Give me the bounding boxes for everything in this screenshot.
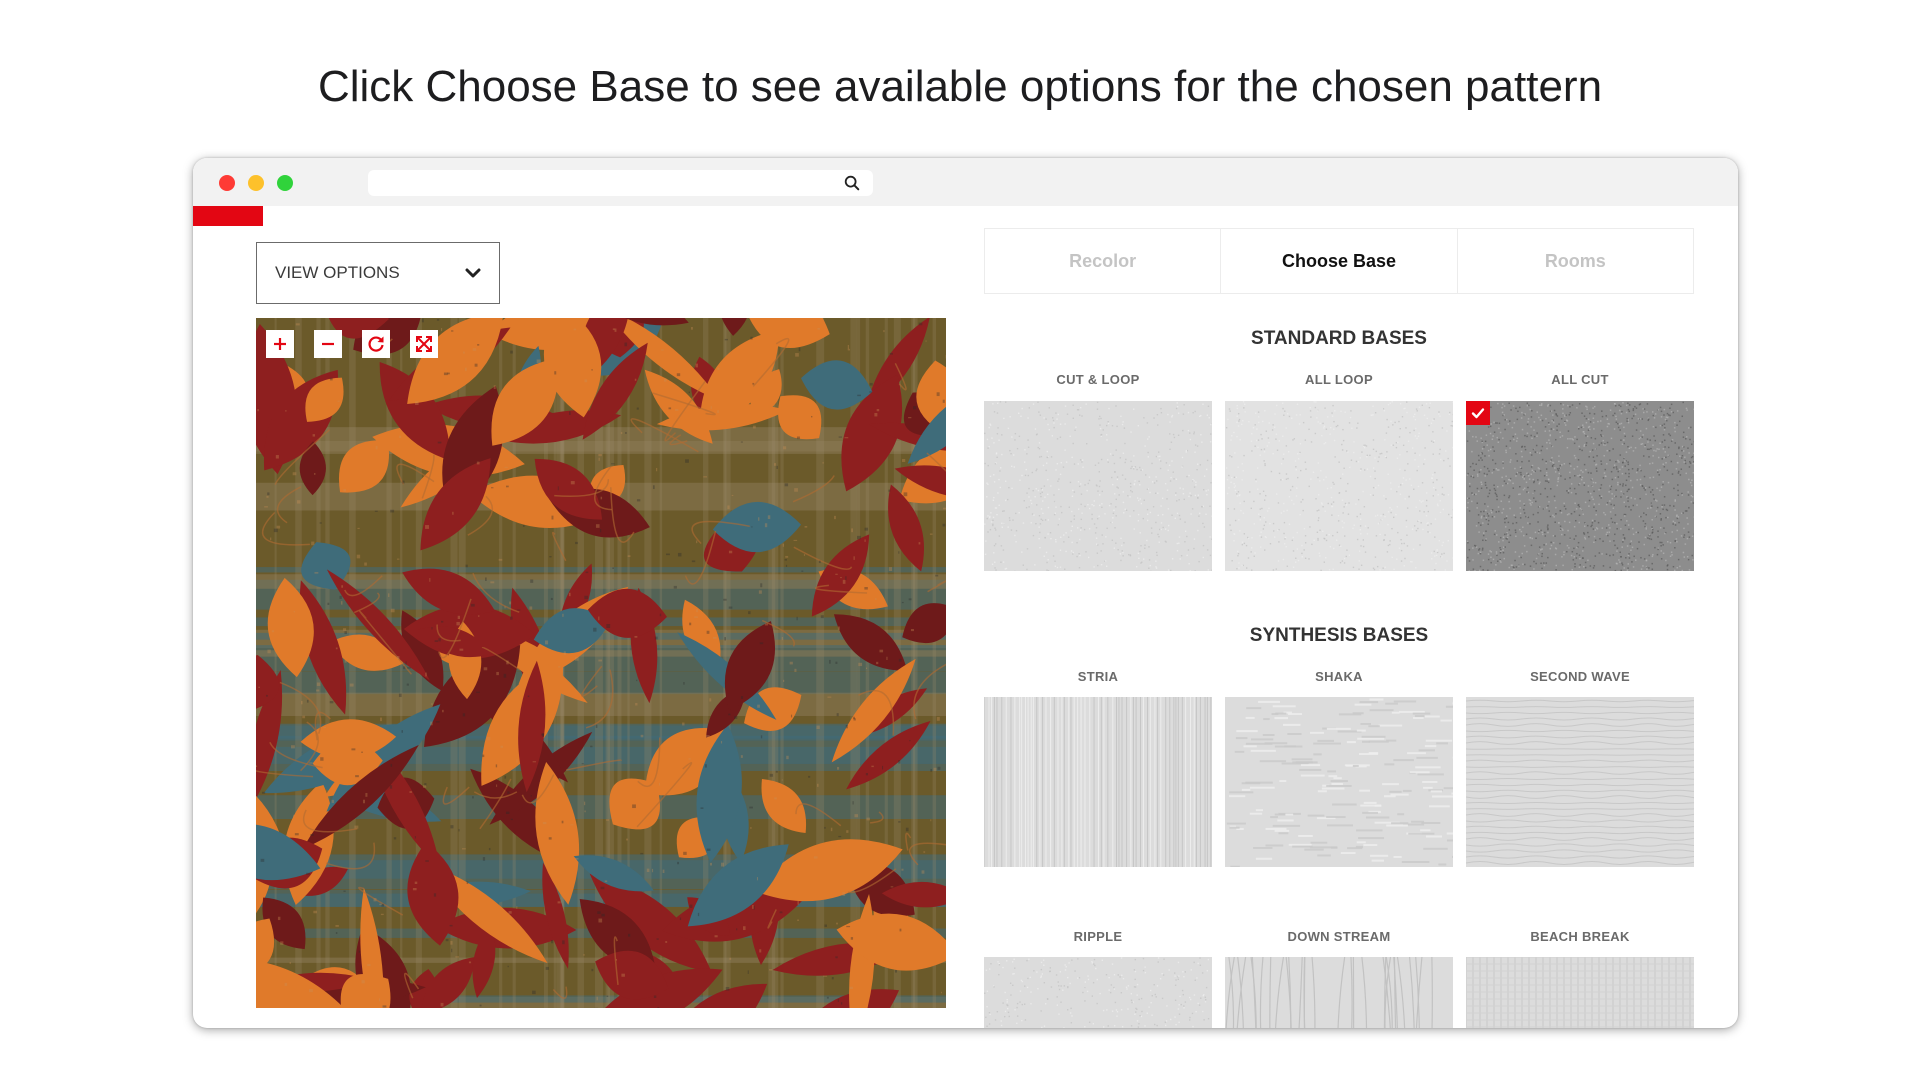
base-swatch-all-cut[interactable] (1466, 401, 1694, 571)
tab-bar: Recolor Choose Base Rooms (984, 228, 1694, 294)
browser-titlebar (193, 158, 1738, 206)
brand-logo-bar (193, 206, 263, 226)
minus-icon (322, 342, 334, 346)
base-label-cut-loop: CUT & LOOP (1056, 372, 1140, 387)
base-swatch-cut-loop[interactable] (984, 401, 1212, 571)
base-label-down-stream: DOWN STREAM (1287, 929, 1391, 944)
base-swatch-ripple[interactable] (984, 957, 1212, 1028)
base-label-second-wave: SECOND WAVE (1530, 669, 1630, 684)
base-swatch-stria[interactable] (984, 697, 1212, 867)
base-texture-image (1466, 957, 1694, 1028)
view-options-label: VIEW OPTIONS (275, 263, 400, 282)
base-texture-image (1225, 697, 1453, 867)
address-bar[interactable] (368, 170, 873, 196)
tab-recolor[interactable]: Recolor (985, 229, 1222, 293)
standard-bases-title: STANDARD BASES (1251, 328, 1427, 349)
checkmark-icon (1471, 408, 1485, 419)
base-swatch-down-stream[interactable] (1225, 957, 1453, 1028)
base-texture-image (1225, 401, 1453, 571)
carpet-pattern-image[interactable] (256, 318, 946, 1008)
base-texture-image (984, 957, 1212, 1028)
base-texture-image (1225, 957, 1453, 1028)
zoom-in-button[interactable] (266, 330, 294, 358)
expand-icon (416, 336, 432, 352)
window-minimize-button[interactable] (248, 175, 264, 191)
base-label-all-loop: ALL LOOP (1305, 372, 1373, 387)
plus-icon (274, 338, 286, 350)
browser-window: VIEW OPTIONS Recolor Choose Base Rooms S… (193, 158, 1738, 1028)
window-close-button[interactable] (219, 175, 235, 191)
rotate-button[interactable] (362, 330, 390, 358)
base-swatch-shaka[interactable] (1225, 697, 1453, 867)
tab-choose-base[interactable]: Choose Base (1221, 229, 1458, 293)
window-maximize-button[interactable] (277, 175, 293, 191)
base-swatch-second-wave[interactable] (1466, 697, 1694, 867)
base-swatch-beach-break[interactable] (1466, 957, 1694, 1028)
base-texture-image (1466, 697, 1694, 867)
pattern-viewer[interactable] (256, 318, 946, 1008)
synthesis-bases-title: SYNTHESIS BASES (1249, 625, 1429, 646)
selected-check-badge (1466, 401, 1490, 425)
zoom-out-button[interactable] (314, 330, 342, 358)
base-label-beach-break: BEACH BREAK (1530, 929, 1630, 944)
view-options-dropdown[interactable]: VIEW OPTIONS (256, 242, 500, 304)
search-icon[interactable] (843, 174, 861, 192)
base-texture-image (984, 401, 1212, 571)
base-label-all-cut: ALL CUT (1551, 372, 1609, 387)
rotate-icon (368, 336, 384, 352)
base-label-ripple: RIPPLE (1073, 929, 1123, 944)
base-texture-image (1466, 401, 1694, 571)
fullscreen-button[interactable] (410, 330, 438, 358)
page-headline: Click Choose Base to see available optio… (317, 62, 1603, 111)
tab-rooms[interactable]: Rooms (1458, 229, 1693, 293)
base-swatch-all-loop[interactable] (1225, 401, 1453, 571)
base-label-stria: STRIA (1077, 669, 1119, 684)
base-texture-image (984, 697, 1212, 867)
chevron-down-icon (465, 268, 481, 278)
base-label-shaka: SHAKA (1315, 669, 1363, 684)
